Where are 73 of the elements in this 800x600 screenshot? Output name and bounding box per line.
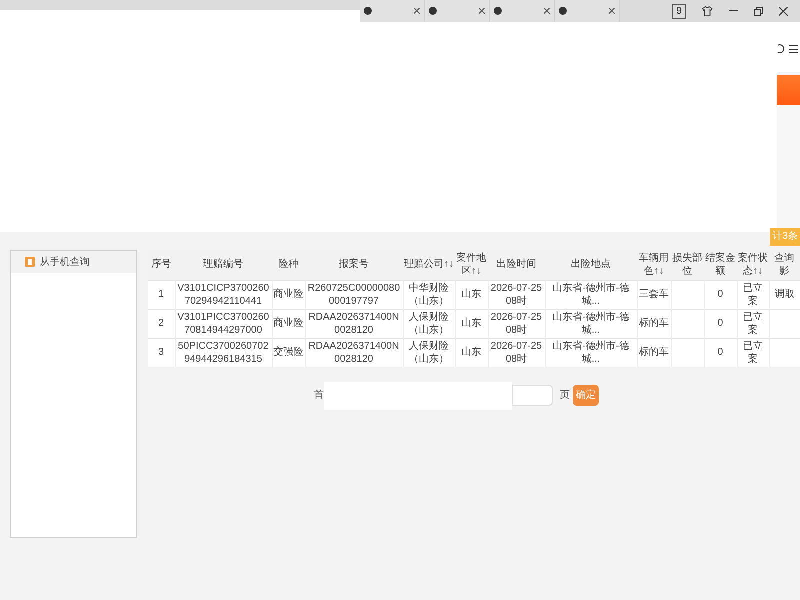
- table-cell: 人保财险（山东）: [409, 312, 449, 336]
- column-header: 理赔编号: [175, 250, 272, 280]
- table-cell: 已立案: [743, 312, 763, 336]
- page-icon: [364, 7, 372, 15]
- table-cell: 山东: [462, 318, 482, 329]
- shirt-icon[interactable]: [702, 6, 713, 16]
- table-cell: 标的车: [639, 318, 669, 329]
- table-cell: 已立案: [743, 282, 763, 306]
- column-header: 案件地区↑↓: [455, 250, 488, 280]
- close-icon[interactable]: [414, 8, 420, 14]
- table-cell: V3101PICC370026070814944297000: [178, 312, 270, 336]
- table-cell: 商业险: [274, 289, 304, 300]
- tab-count[interactable]: 9: [672, 4, 686, 18]
- table-cell: 标的车: [639, 347, 669, 358]
- retrieve-link[interactable]: 调取: [774, 289, 795, 300]
- table-cell: 山东省-德州市-德城...: [552, 340, 630, 365]
- column-header: 结案金额: [704, 250, 737, 280]
- table-cell: 0: [718, 318, 724, 329]
- table-cell: 商业险: [274, 318, 304, 329]
- table-cell: 2026-07-25 08时: [490, 312, 542, 336]
- page-label: 页: [560, 389, 570, 403]
- column-header: 车辆用色↑↓: [637, 250, 671, 280]
- column-header: 险种: [272, 250, 305, 280]
- phone-query-icon: [25, 257, 35, 267]
- close-icon[interactable]: [479, 8, 485, 14]
- table-cell: 已立案: [743, 340, 763, 365]
- table-cell: 50PICC370026070294944296184315: [178, 340, 269, 365]
- table-cell: 中华财险（山东）: [409, 282, 449, 306]
- result-count: 计3条: [770, 228, 800, 246]
- table-cell: 2026-07-25 08时: [490, 282, 542, 306]
- table-cell: 山东省-德州市-德城...: [552, 312, 630, 336]
- table-cell: 人保财险（山东）: [409, 340, 449, 365]
- table-cell: 三套车: [639, 289, 669, 300]
- browser-tab[interactable]: [490, 0, 555, 22]
- menu-icon[interactable]: [789, 44, 798, 54]
- column-header: 理赔公司↑↓: [403, 250, 455, 280]
- browser-tab[interactable]: [425, 0, 490, 22]
- close-icon[interactable]: [544, 8, 550, 14]
- close-icon[interactable]: [609, 8, 615, 14]
- table-cell: 2: [158, 318, 164, 329]
- table-cell: 0: [718, 289, 724, 300]
- column-header: 损失部位: [671, 250, 704, 280]
- table-cell: RDAA2026371400N0028120: [308, 312, 400, 336]
- column-header: 序号: [148, 250, 175, 280]
- table-cell: 交强险: [274, 347, 304, 358]
- column-header: 出险地点: [545, 250, 637, 280]
- column-header: 出险时间: [488, 250, 545, 280]
- column-header: 查询影: [769, 250, 800, 280]
- sidebar-item[interactable]: 从手机查询: [11, 251, 136, 273]
- table-cell: RDAA2026371400N0028120: [308, 340, 400, 365]
- table-cell: 3: [158, 347, 164, 358]
- close-icon[interactable]: [779, 6, 788, 16]
- page-input[interactable]: [512, 385, 553, 406]
- table-cell: 山东省-德州市-德城...: [552, 282, 630, 306]
- table-cell: 2026-07-25 08时: [490, 340, 542, 365]
- restore-icon[interactable]: [754, 6, 763, 16]
- table-cell: V3101CICP370026070294942110441: [178, 282, 270, 306]
- column-header: 案件状态↑↓: [737, 250, 769, 280]
- column-header: 报案号: [305, 250, 403, 280]
- header-bar: [777, 75, 800, 105]
- table-cell: 山东: [462, 289, 482, 300]
- page-icon: [559, 7, 567, 15]
- browser-tab[interactable]: [555, 0, 620, 22]
- first-page-label[interactable]: 首: [314, 388, 324, 403]
- browser-tab[interactable]: [360, 0, 425, 22]
- table-cell: R260725C00000080000197797: [308, 282, 400, 306]
- minimize-icon[interactable]: [729, 10, 738, 12]
- page-icon: [429, 7, 437, 15]
- table-cell: 1: [158, 289, 164, 300]
- table-cell: 0: [718, 347, 724, 358]
- refresh-icon[interactable]: [777, 44, 785, 54]
- page-icon: [494, 7, 502, 15]
- table-cell: 山东: [462, 347, 482, 358]
